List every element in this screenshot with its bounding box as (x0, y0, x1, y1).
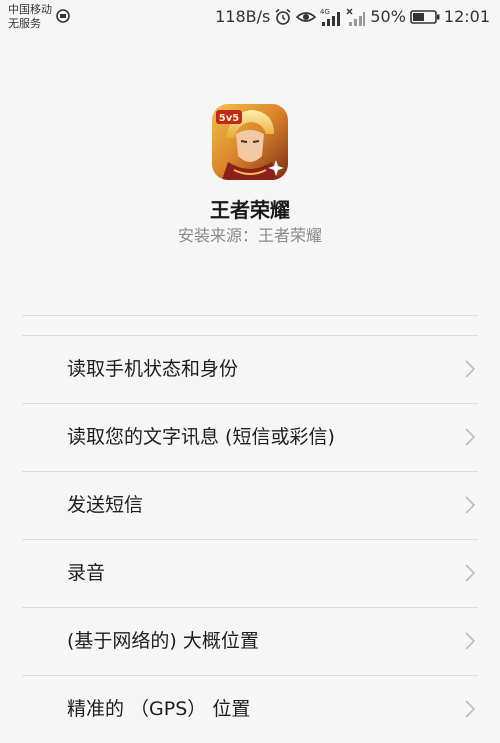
install-source: 安装来源：王者荣耀 (177, 226, 322, 245)
permission-item-read-sms[interactable]: 读取您的文字讯息 (短信或彩信) (22, 403, 478, 471)
svg-text:5v5: 5v5 (219, 113, 239, 124)
status-icons: 118B/s 4G 50% 12:01 (215, 6, 490, 28)
chevron-right-icon (465, 496, 476, 514)
divider (22, 315, 478, 316)
permission-label: 录音 (67, 562, 106, 584)
app-name: 王者荣耀 (210, 198, 290, 222)
signal-none-icon (346, 8, 366, 26)
carrier-service-status: 无服务 (8, 17, 41, 30)
alarm-icon (275, 8, 291, 25)
permission-item-phone-state[interactable]: 读取手机状态和身份 (22, 335, 478, 403)
eye-icon (296, 12, 317, 22)
clock-time: 12:01 (443, 7, 490, 26)
status-bar: 中国移动 无服务 118B/s 4G 50% 12:01 (0, 0, 500, 36)
chevron-right-icon (465, 428, 476, 446)
carrier-info: 中国移动 无服务 (8, 3, 52, 31)
chevron-right-icon (465, 360, 476, 378)
app-icon: 5v5 (212, 104, 288, 180)
permission-label: 发送短信 (67, 494, 144, 516)
permission-item-record-audio[interactable]: 录音 (22, 539, 478, 607)
carrier-status-icon (56, 9, 70, 23)
battery-icon (410, 10, 440, 24)
permission-item-send-sms[interactable]: 发送短信 (22, 471, 478, 539)
permission-item-coarse-location[interactable]: (基于网络的) 大概位置 (22, 607, 478, 675)
permission-label: 读取您的文字讯息 (短信或彩信) (67, 426, 335, 448)
chevron-right-icon (465, 564, 476, 582)
permission-item-fine-location[interactable]: 精准的 （GPS） 位置 (22, 675, 478, 743)
signal-4g-icon: 4G (320, 8, 341, 26)
chevron-right-icon (465, 700, 476, 718)
permission-list: 读取手机状态和身份 读取您的文字讯息 (短信或彩信) 发送短信 录音 (基于网络… (22, 335, 478, 743)
svg-text:4G: 4G (320, 8, 330, 16)
chevron-right-icon (465, 632, 476, 650)
permission-label: (基于网络的) 大概位置 (67, 630, 259, 652)
battery-percent: 50% (370, 7, 406, 26)
permission-label: 读取手机状态和身份 (67, 358, 239, 380)
carrier-name: 中国移动 (8, 3, 52, 16)
permission-label: 精准的 （GPS） 位置 (67, 698, 251, 720)
network-speed: 118B/s (215, 7, 271, 26)
